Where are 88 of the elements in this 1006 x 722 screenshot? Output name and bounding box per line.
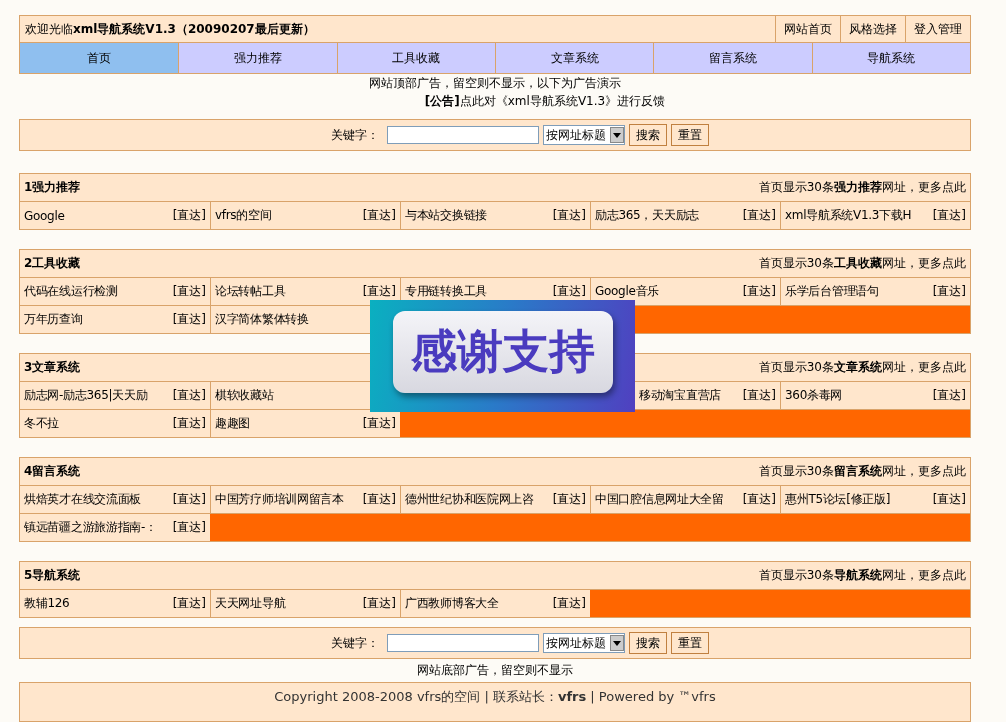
direct-link[interactable]: [直达] — [932, 207, 966, 224]
direct-link[interactable]: [直达] — [362, 415, 396, 432]
ad-label: 感谢支持 — [392, 311, 613, 393]
nav-tab[interactable]: 强力推荐 — [178, 43, 337, 73]
site-link[interactable]: 移动淘宝直营店 — [639, 387, 721, 404]
site-link[interactable]: 代码在线运行检测 — [24, 283, 118, 300]
site-link[interactable]: 惠州T5论坛[修正版] — [785, 491, 891, 508]
keyword-field[interactable] — [387, 634, 539, 652]
direct-link[interactable]: [直达] — [172, 595, 206, 612]
direct-link[interactable]: [直达] — [552, 491, 586, 508]
direct-link[interactable]: [直达] — [172, 387, 206, 404]
site-link[interactable]: 广西教师博客大全 — [405, 595, 499, 612]
search-button[interactable]: 重置 — [671, 632, 709, 654]
direct-link[interactable]: [直达] — [172, 519, 206, 536]
site-link[interactable]: 中国芳疗师培训网留言本 — [215, 491, 344, 508]
keyword-label: 关键字： — [331, 634, 379, 652]
site-link[interactable]: 360杀毒网 — [785, 387, 843, 404]
direct-link[interactable]: [直达] — [362, 595, 396, 612]
nav-tab[interactable]: 留言系统 — [653, 43, 812, 73]
direct-link[interactable]: [直达] — [742, 283, 776, 300]
direct-link[interactable]: [直达] — [362, 283, 396, 300]
header-link[interactable]: 风格选择 — [840, 16, 905, 42]
header-link[interactable]: 网站首页 — [775, 16, 840, 42]
site-link[interactable]: 乐学后台管理语句 — [785, 283, 879, 300]
search-type-select[interactable]: 按网址标题 — [543, 633, 625, 653]
site-link[interactable]: 励志365，天天励志 — [595, 207, 699, 224]
more-link[interactable]: 首页显示30条强力推荐网址，更多点此 — [758, 179, 966, 196]
site-link[interactable]: 趣趣图 — [215, 415, 251, 432]
direct-link[interactable]: [直达] — [552, 207, 586, 224]
site-link[interactable]: 中国口腔信息网址大全留 — [595, 491, 724, 508]
site-link[interactable]: 专用链转换工具 — [405, 283, 487, 300]
direct-link[interactable]: [直达] — [932, 387, 966, 404]
nav-tab[interactable]: 文章系统 — [495, 43, 654, 73]
welcome-text: 欢迎光临xml导航系统V1.3（20090207最后更新） — [24, 20, 316, 38]
keyword-label: 关键字： — [331, 126, 379, 144]
site-link[interactable]: 万年历查询 — [24, 311, 83, 328]
direct-link[interactable]: [直达] — [742, 387, 776, 404]
nav-tab[interactable]: 首页 — [20, 43, 179, 73]
direct-link[interactable]: [直达] — [172, 207, 206, 224]
site-link[interactable]: 汉字简体繁体转换 — [215, 311, 309, 328]
floating-ad[interactable]: 感谢支持 — [370, 300, 635, 412]
keyword-field[interactable] — [387, 126, 539, 144]
more-link[interactable]: 首页显示30条导航系统网址，更多点此 — [758, 567, 966, 584]
ad-text: 网站顶部广告，留空则不显示，以下为广告演示 — [368, 75, 622, 92]
site-link[interactable]: 论坛转帖工具 — [215, 283, 286, 300]
search-button[interactable]: 重置 — [671, 124, 709, 146]
direct-link[interactable]: [直达] — [552, 283, 586, 300]
site-link[interactable]: Google — [24, 208, 65, 223]
nav-tab[interactable]: 导航系统 — [811, 43, 970, 73]
section-title: 4留言系统 — [24, 463, 81, 480]
site-link[interactable]: 天天网址导航 — [215, 595, 286, 612]
search-type-select[interactable]: 按网址标题 — [543, 125, 625, 145]
site-link[interactable]: 励志网-励志365|天天励 — [24, 387, 148, 404]
search-button[interactable]: 搜索 — [629, 632, 667, 654]
direct-link[interactable]: [直达] — [362, 207, 396, 224]
site-link[interactable]: Google音乐 — [595, 283, 659, 300]
copyright-text: Copyright 2008-2008 vfrs的空间 | 联系站长：vfrs | Powered by ™vfrs — [274, 689, 716, 704]
more-link[interactable]: 首页显示30条文章系统网址，更多点此 — [758, 359, 966, 376]
direct-link[interactable]: [直达] — [932, 283, 966, 300]
direct-link[interactable]: [直达] — [172, 415, 206, 432]
direct-link[interactable]: [直达] — [742, 491, 776, 508]
more-link[interactable]: 首页显示30条留言系统网址，更多点此 — [758, 463, 966, 480]
direct-link[interactable]: [直达] — [932, 491, 966, 508]
direct-link[interactable]: [直达] — [742, 207, 776, 224]
site-link[interactable]: 棋软收藏站 — [215, 387, 274, 404]
site-link[interactable]: vfrs的空间 — [215, 207, 272, 224]
header-link[interactable]: 登入管理 — [905, 16, 970, 42]
more-link[interactable]: 首页显示30条工具收藏网址，更多点此 — [758, 255, 966, 272]
ad-text: 网站底部广告，留空则不显示 — [416, 662, 574, 679]
site-link[interactable]: 镇远苗疆之游旅游指南-： — [24, 519, 157, 536]
direct-link[interactable]: [直达] — [552, 595, 586, 612]
site-link[interactable]: 与本站交换链接 — [405, 207, 487, 224]
direct-link[interactable]: [直达] — [172, 491, 206, 508]
site-link[interactable]: 教辅126 — [24, 595, 70, 612]
site-link[interactable]: 烘焙英才在线交流面板 — [24, 491, 141, 508]
search-button[interactable]: 搜索 — [629, 124, 667, 146]
section-title: 1强力推荐 — [24, 179, 81, 196]
section-title: 3文章系统 — [24, 359, 81, 376]
site-link[interactable]: xml导航系统V1.3下载H — [785, 207, 912, 224]
direct-link[interactable]: [直达] — [172, 311, 206, 328]
nav-tab[interactable]: 工具收藏 — [336, 43, 495, 73]
section-title: 2工具收藏 — [24, 255, 81, 272]
section-title: 5导航系统 — [24, 567, 81, 584]
direct-link[interactable]: [直达] — [362, 491, 396, 508]
direct-link[interactable]: [直达] — [172, 283, 206, 300]
site-link[interactable]: 德州世纪协和医院网上咨 — [405, 491, 534, 508]
site-link[interactable]: 冬不拉 — [24, 415, 60, 432]
notice-link[interactable]: [公告]点此对《xml导航系统V1.3》进行反馈 — [19, 92, 971, 110]
